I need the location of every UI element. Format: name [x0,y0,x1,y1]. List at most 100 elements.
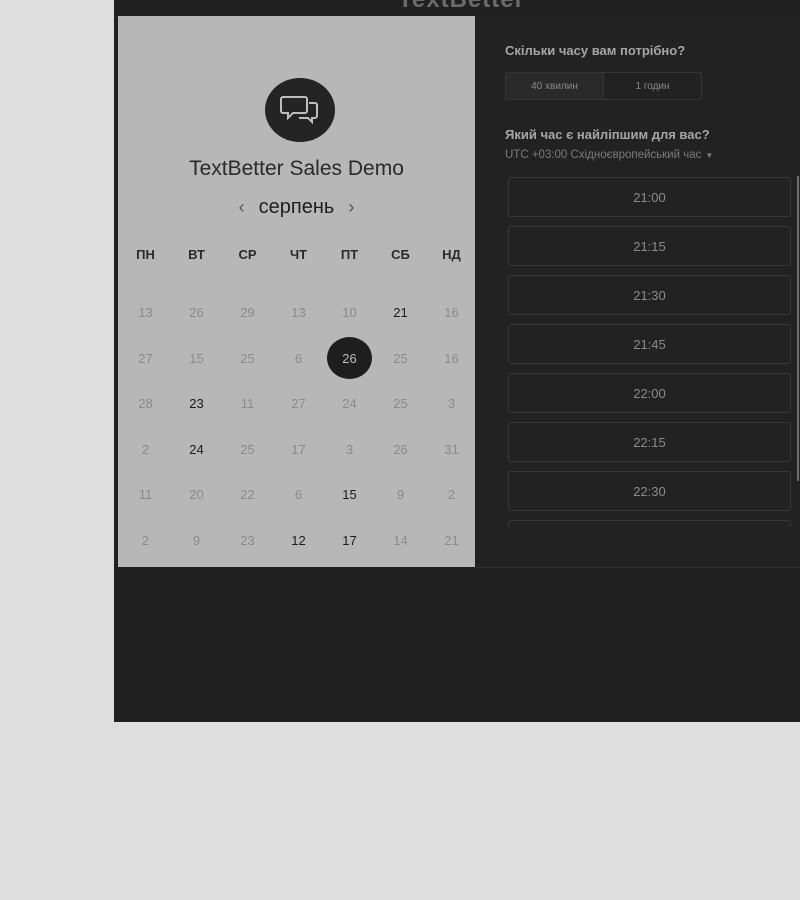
calendar-day: 25 [222,427,273,473]
calendar-day-number: 23 [189,396,204,412]
month-label: серпень [258,196,335,218]
calendar-day-number: 25 [393,350,408,366]
calendar-day-number: 22 [240,487,255,503]
calendar-day: 6 [273,336,324,382]
calendar-day-number: 16 [444,350,459,366]
calendar-day: 2 [426,472,477,518]
calendar-day: 3 [324,427,375,473]
calendar-day-number: 15 [189,350,204,366]
calendar-day-number: 26 [189,305,204,321]
calendar-day-number: 27 [138,350,153,366]
scheduler-frame: TextBetter TextBetter Sales Demo ‹ серпе… [114,0,800,722]
time-slot[interactable]: 21:45 [508,324,791,364]
calendar-day: 6 [273,472,324,518]
calendar-day-number: 21 [444,532,459,548]
weekday-header: ПН ВТ СР ЧТ ПТ СБ НД [120,247,475,262]
calendar-day[interactable]: 15 [324,472,375,518]
calendar-day: 2 [120,518,171,564]
calendar-day[interactable]: 24 [171,427,222,473]
duration-question: Скільки часу вам потрібно? [505,43,686,58]
calendar-day[interactable]: 21 [375,290,426,336]
duration-option-40min[interactable]: 40 хвилин [506,73,604,99]
calendar-day-number: 26 [327,337,372,380]
weekday-label: ПН [136,247,155,262]
calendar-day[interactable]: 23 [171,381,222,427]
weekday-label: ВТ [188,247,205,262]
time-slot[interactable]: 21:15 [508,226,791,266]
calendar-day-number: 6 [294,350,303,366]
calendar-day: 14 [375,518,426,564]
calendar-day-number: 26 [393,441,408,457]
calendar-day: 16 [426,290,477,336]
calendar-day: 29 [222,290,273,336]
calendar-day-number: 13 [291,305,306,321]
calendar-day-number: 13 [138,305,153,321]
weekday-label: НД [442,247,461,262]
calendar-day-number: 14 [393,532,408,548]
calendar-day-number: 17 [342,532,357,548]
duration-toggle: 40 хвилин 1 годин [505,72,702,100]
calendar-day: 13 [273,290,324,336]
calendar-day: 16 [426,336,477,382]
calendar-day-number: 3 [345,441,354,457]
time-slot[interactable]: 22:30 [508,471,791,511]
calendar-day-selected[interactable]: 26 [324,336,375,382]
weekday-label: СБ [391,247,410,262]
weekday-label: ЧТ [289,247,308,262]
caret-down-icon: ▼ [705,151,714,160]
calendar-day: 20 [171,472,222,518]
calendar-day: 25 [222,336,273,382]
timezone-dropdown[interactable]: UTC +03:00 Східноєвропейський час ▼ [505,149,713,161]
brand-logo-text: TextBetter [398,0,525,14]
calendar-day: 9 [375,472,426,518]
time-slot[interactable]: 22:15 [508,422,791,462]
event-title: TextBetter Sales Demo [189,157,404,180]
calendar-panel: TextBetter Sales Demo ‹ серпень › ПН ВТ … [118,16,475,567]
time-slot[interactable]: 21:30 [508,275,791,315]
calendar-day: 26 [171,290,222,336]
calendar-day-number: 15 [342,487,357,503]
calendar-day: 23 [222,518,273,564]
time-slot[interactable]: 21:00 [508,177,791,217]
calendar-day-number: 24 [342,396,357,412]
duration-option-1h[interactable]: 1 годин [604,73,701,99]
calendar-day-number: 17 [291,441,306,457]
calendar-day: 31 [426,427,477,473]
calendar-day: 28 [120,381,171,427]
calendar-day-number: 2 [141,532,150,548]
next-month-button[interactable]: › [348,197,354,218]
calendar-day-number: 27 [291,396,306,412]
calendar-day-number: 25 [393,396,408,412]
scrollbar[interactable] [797,176,799,481]
calendar-day-number: 29 [240,305,255,321]
calendar-day[interactable]: 17 [324,518,375,564]
time-slot[interactable]: 22:00 [508,373,791,413]
calendar-day: 9 [171,518,222,564]
calendar-day-number: 21 [393,305,408,321]
prev-month-button[interactable]: ‹ [239,197,245,218]
calendar-day: 11 [222,381,273,427]
calendar-day: 11 [120,472,171,518]
calendar-day-number: 31 [444,441,459,457]
time-question: Який час є найліпшим для вас? [505,127,710,142]
calendar-day: 17 [273,427,324,473]
calendar-day-number: 20 [189,487,204,503]
time-slot[interactable] [508,520,791,527]
calendar-day-number: 3 [447,396,456,412]
month-navigation: ‹ серпень › [118,196,475,219]
weekday-label: СР [238,247,257,262]
calendar-day: 21 [426,518,477,564]
calendar-day: 10 [324,290,375,336]
calendar-day-number: 9 [192,532,201,548]
time-slot-list: 21:00 21:15 21:30 21:45 22:00 22:15 22:3… [508,177,791,527]
calendar-day-number: 23 [240,532,255,548]
calendar-day: 2 [120,427,171,473]
calendar-day[interactable]: 12 [273,518,324,564]
calendar-day: 24 [324,381,375,427]
calendar-day: 27 [120,336,171,382]
header-strip: TextBetter [114,0,800,17]
calendar-day: 26 [375,427,426,473]
calendar-day-number: 10 [342,305,357,321]
timezone-label: UTC +03:00 Східноєвропейський час [505,149,702,161]
calendar-day-number: 2 [141,441,150,457]
